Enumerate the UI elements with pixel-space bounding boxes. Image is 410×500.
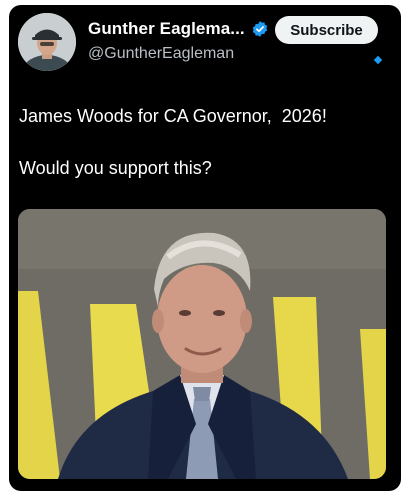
author-avatar[interactable]: [18, 13, 76, 71]
verified-badge-icon: [252, 21, 267, 37]
author-display-name[interactable]: Gunther Eaglema...: [88, 19, 245, 39]
avatar-photo-icon: [18, 13, 76, 71]
post-card: Gunther Eaglema... @GuntherEagleman Subs…: [9, 5, 401, 491]
author-name-row: Gunther Eaglema...: [88, 19, 269, 39]
post-header: Gunther Eaglema... @GuntherEagleman Subs…: [9, 5, 401, 85]
post-text-line-2: Would you support this?: [19, 158, 212, 178]
post-media-image[interactable]: [18, 209, 386, 479]
subscribe-button[interactable]: Subscribe: [275, 16, 378, 44]
post-text-line-1: James Woods for CA Governor, 2026!: [19, 106, 327, 126]
author-handle[interactable]: @GuntherEagleman: [88, 45, 234, 63]
unread-indicator-icon: [373, 55, 383, 65]
portrait-photo-icon: [18, 209, 386, 479]
